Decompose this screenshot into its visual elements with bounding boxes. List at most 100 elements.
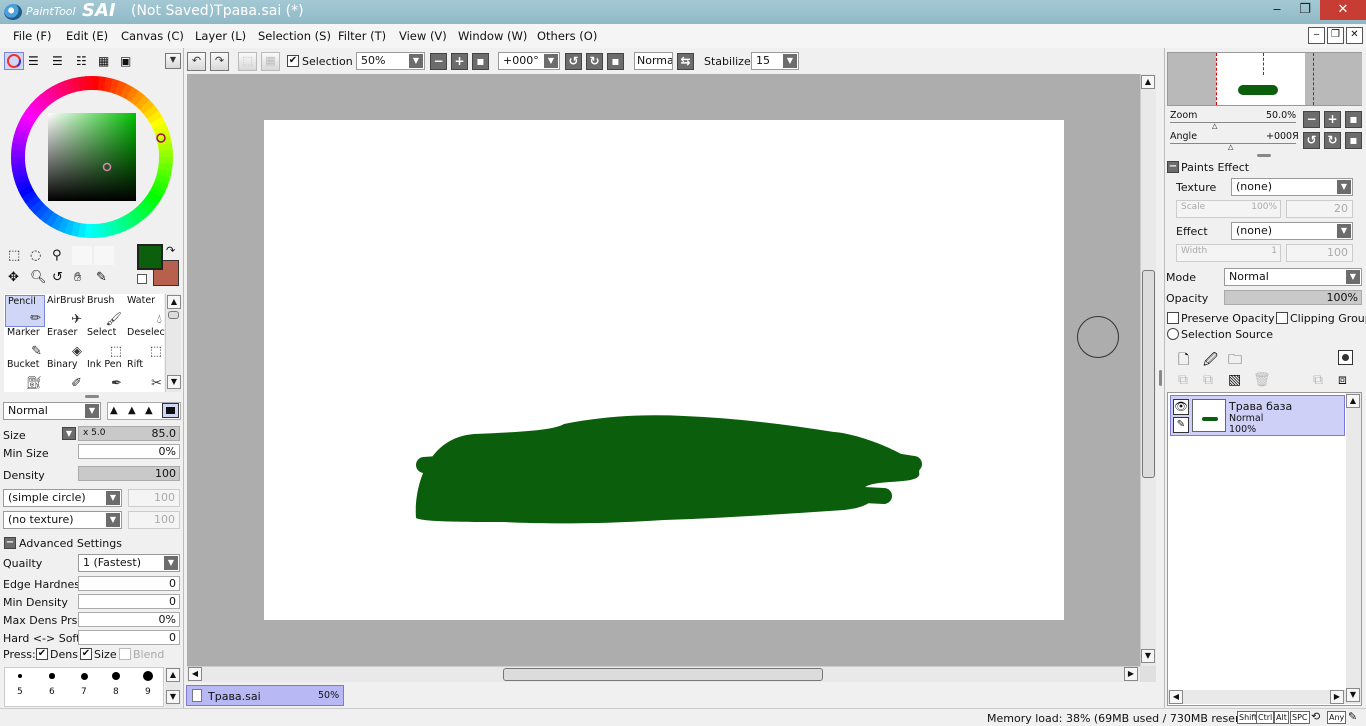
delete-layer-icon[interactable]: 🗑︎ bbox=[1253, 372, 1271, 388]
menu-window[interactable]: Window (W) bbox=[458, 29, 527, 43]
effect-select[interactable]: (none) ▼ bbox=[1231, 222, 1353, 240]
new-linework-layer-icon[interactable]: 🖉︎ bbox=[1203, 349, 1218, 373]
nav-angle-thumb-icon[interactable]: △ bbox=[1228, 143, 1233, 151]
rotate-reset-icon[interactable]: ▪ bbox=[607, 53, 624, 70]
brush-shape-select[interactable]: (simple circle) ▼ bbox=[3, 489, 122, 507]
rotation-select[interactable]: +000° ▼ bbox=[498, 52, 560, 70]
zoom-select[interactable]: 50% ▼ bbox=[356, 52, 425, 70]
merge-down-icon[interactable]: ⧉ bbox=[1313, 372, 1323, 388]
maximize-button[interactable]: ❐ bbox=[1291, 0, 1319, 20]
stabilizer-select[interactable]: 15 ▼ bbox=[751, 52, 799, 70]
tool-brush[interactable]: Brush 🖌︎ bbox=[85, 295, 125, 327]
color-wheel-mode-icon[interactable] bbox=[4, 52, 24, 70]
tool-marker[interactable]: Marker ✎ bbox=[5, 327, 45, 359]
menu-layer[interactable]: Layer (L) bbox=[195, 29, 246, 43]
rotate-left-icon[interactable]: ↺ bbox=[565, 53, 582, 70]
scroll-up-icon[interactable]: ▲ bbox=[1141, 75, 1155, 89]
view-mode-select[interactable]: Normal bbox=[634, 52, 673, 70]
tool-airbrush[interactable]: AirBrush ✈︎ bbox=[45, 295, 85, 327]
nav-rotate-left-icon[interactable]: ↺ bbox=[1303, 132, 1320, 149]
panel-splitter[interactable] bbox=[1257, 154, 1271, 157]
scroll-left-icon[interactable]: ◀ bbox=[1169, 690, 1183, 704]
merge-visible-icon[interactable]: ⧈ bbox=[1338, 372, 1347, 388]
color-wheel[interactable] bbox=[10, 75, 174, 239]
layer-row[interactable]: 👁︎ ✎ Трава база Normal 100% bbox=[1170, 395, 1345, 436]
nav-zoom-reset-icon[interactable]: ▪ bbox=[1345, 111, 1362, 128]
min-size-slider[interactable]: 0% bbox=[78, 444, 180, 459]
press-size-checkbox[interactable]: ✔ bbox=[80, 648, 92, 660]
copy-layer-icon[interactable]: ⧉ bbox=[1178, 372, 1188, 388]
magic-wand-icon[interactable]: ⚲ bbox=[52, 248, 62, 263]
document-tab[interactable]: Трава.sai 50% bbox=[186, 685, 344, 706]
scroll-up-icon[interactable]: ▲ bbox=[166, 668, 180, 682]
tip-shape-4-icon[interactable] bbox=[162, 403, 179, 418]
hard-soft-slider[interactable]: 0 bbox=[78, 630, 180, 645]
nav-zoom-thumb-icon[interactable]: △ bbox=[1212, 122, 1217, 130]
transparent-color-icon[interactable] bbox=[137, 274, 147, 284]
move-icon[interactable]: ✥ bbox=[8, 270, 19, 285]
zoom-out-icon[interactable]: − bbox=[430, 53, 447, 70]
layer-list-scrollbar[interactable]: ▲ ▼ bbox=[1346, 393, 1361, 704]
press-dens-checkbox[interactable]: ✔ bbox=[36, 648, 48, 660]
width-field[interactable]: Width 1 bbox=[1176, 244, 1281, 262]
tool-binary[interactable]: Binary ✐ bbox=[45, 359, 85, 391]
hsv-sliders-icon[interactable]: ☰ bbox=[52, 54, 63, 68]
zoom-in-icon[interactable]: + bbox=[451, 53, 468, 70]
size-mult-dropdown-icon[interactable]: ▼ bbox=[62, 427, 76, 440]
primary-color-swatch[interactable] bbox=[137, 244, 163, 270]
color-mixer-icon[interactable]: ☷ bbox=[76, 54, 87, 68]
mdi-minimize-icon[interactable]: ‒ bbox=[1308, 27, 1325, 44]
vertical-scroll-thumb[interactable] bbox=[1142, 270, 1155, 478]
layer-edit-pencil-icon[interactable]: ✎ bbox=[1173, 417, 1189, 433]
scroll-down-icon[interactable]: ▼ bbox=[167, 375, 181, 389]
zoom-icon[interactable]: 🔍︎ bbox=[30, 270, 47, 285]
menu-canvas[interactable]: Canvas (C) bbox=[121, 29, 184, 43]
brush-size-dot-icon[interactable] bbox=[49, 673, 55, 679]
flip-horizontal-icon[interactable]: ⇆ bbox=[677, 53, 694, 70]
scroll-left-icon[interactable]: ◀ bbox=[188, 667, 202, 681]
tip-shape-1-icon[interactable]: ▲ bbox=[110, 405, 118, 416]
layer-mode-select[interactable]: Normal ▼ bbox=[1224, 268, 1362, 286]
scale-field[interactable]: Scale 100% bbox=[1176, 200, 1281, 218]
selection-source-radio[interactable] bbox=[1167, 328, 1179, 340]
press-blend-checkbox[interactable] bbox=[119, 648, 131, 660]
visibility-eye-icon[interactable]: 👁︎ bbox=[1173, 399, 1189, 415]
scroll-right-icon[interactable]: ▶ bbox=[1330, 690, 1344, 704]
invert-selection-icon[interactable]: ▦ bbox=[261, 52, 280, 71]
new-layer-icon[interactable]: 🗋︎ bbox=[1178, 349, 1189, 373]
rgb-sliders-icon[interactable]: ☰ bbox=[28, 54, 39, 68]
tool-deselect[interactable]: Deselect ⬚ bbox=[125, 327, 165, 359]
color-panel-dropdown-icon[interactable]: ▼ bbox=[165, 53, 181, 69]
clear-layer-icon[interactable]: ▧ bbox=[1228, 372, 1241, 388]
edge-hardness-slider[interactable]: 0 bbox=[78, 576, 180, 591]
hand-icon[interactable]: ✋︎ bbox=[74, 270, 81, 285]
scroll-down-icon[interactable]: ▼ bbox=[1141, 649, 1155, 663]
texture-strength-field[interactable]: 20 bbox=[1286, 200, 1353, 218]
scroll-up-icon[interactable]: ▲ bbox=[1346, 394, 1360, 408]
mdi-restore-icon[interactable]: ❐ bbox=[1327, 27, 1344, 44]
layer-mask-icon[interactable] bbox=[1338, 350, 1353, 365]
paints-effect-header[interactable]: Paints Effect bbox=[1181, 161, 1249, 174]
zoom-reset-icon[interactable]: ▪ bbox=[472, 53, 489, 70]
clipping-group-checkbox[interactable] bbox=[1276, 312, 1288, 324]
tip-shape-2-icon[interactable]: ▲ bbox=[128, 405, 136, 416]
panel-splitter[interactable] bbox=[85, 395, 99, 398]
vertical-scrollbar[interactable]: ▲ ▼ bbox=[1140, 74, 1156, 666]
nav-rotate-reset-icon[interactable]: ▪ bbox=[1345, 132, 1362, 149]
brush-shape-strength[interactable]: 100 bbox=[128, 489, 180, 507]
minimize-button[interactable]: ‒ bbox=[1263, 0, 1291, 20]
nav-zoom-in-icon[interactable]: + bbox=[1324, 111, 1341, 128]
scratchpad-icon[interactable]: ▣ bbox=[120, 54, 131, 68]
brush-texture-select[interactable]: (no texture) ▼ bbox=[3, 511, 122, 529]
brush-texture-strength[interactable]: 100 bbox=[128, 511, 180, 529]
tool-pencil[interactable]: Pencil ✏︎ bbox=[5, 295, 45, 327]
scroll-down-icon[interactable]: ▼ bbox=[1346, 688, 1360, 702]
nav-rotate-right-icon[interactable]: ↻ bbox=[1324, 132, 1341, 149]
scroll-down-icon[interactable]: ▼ bbox=[166, 690, 180, 704]
max-dens-slider[interactable]: 0% bbox=[78, 612, 180, 627]
advanced-settings-header[interactable]: Advanced Settings bbox=[19, 537, 122, 550]
horizontal-scroll-thumb[interactable] bbox=[503, 668, 823, 681]
scroll-up-icon[interactable]: ▲ bbox=[167, 295, 181, 309]
transfer-down-icon[interactable]: ⧉ bbox=[1203, 372, 1213, 388]
tool-water[interactable]: Water 💧︎ bbox=[125, 295, 165, 327]
